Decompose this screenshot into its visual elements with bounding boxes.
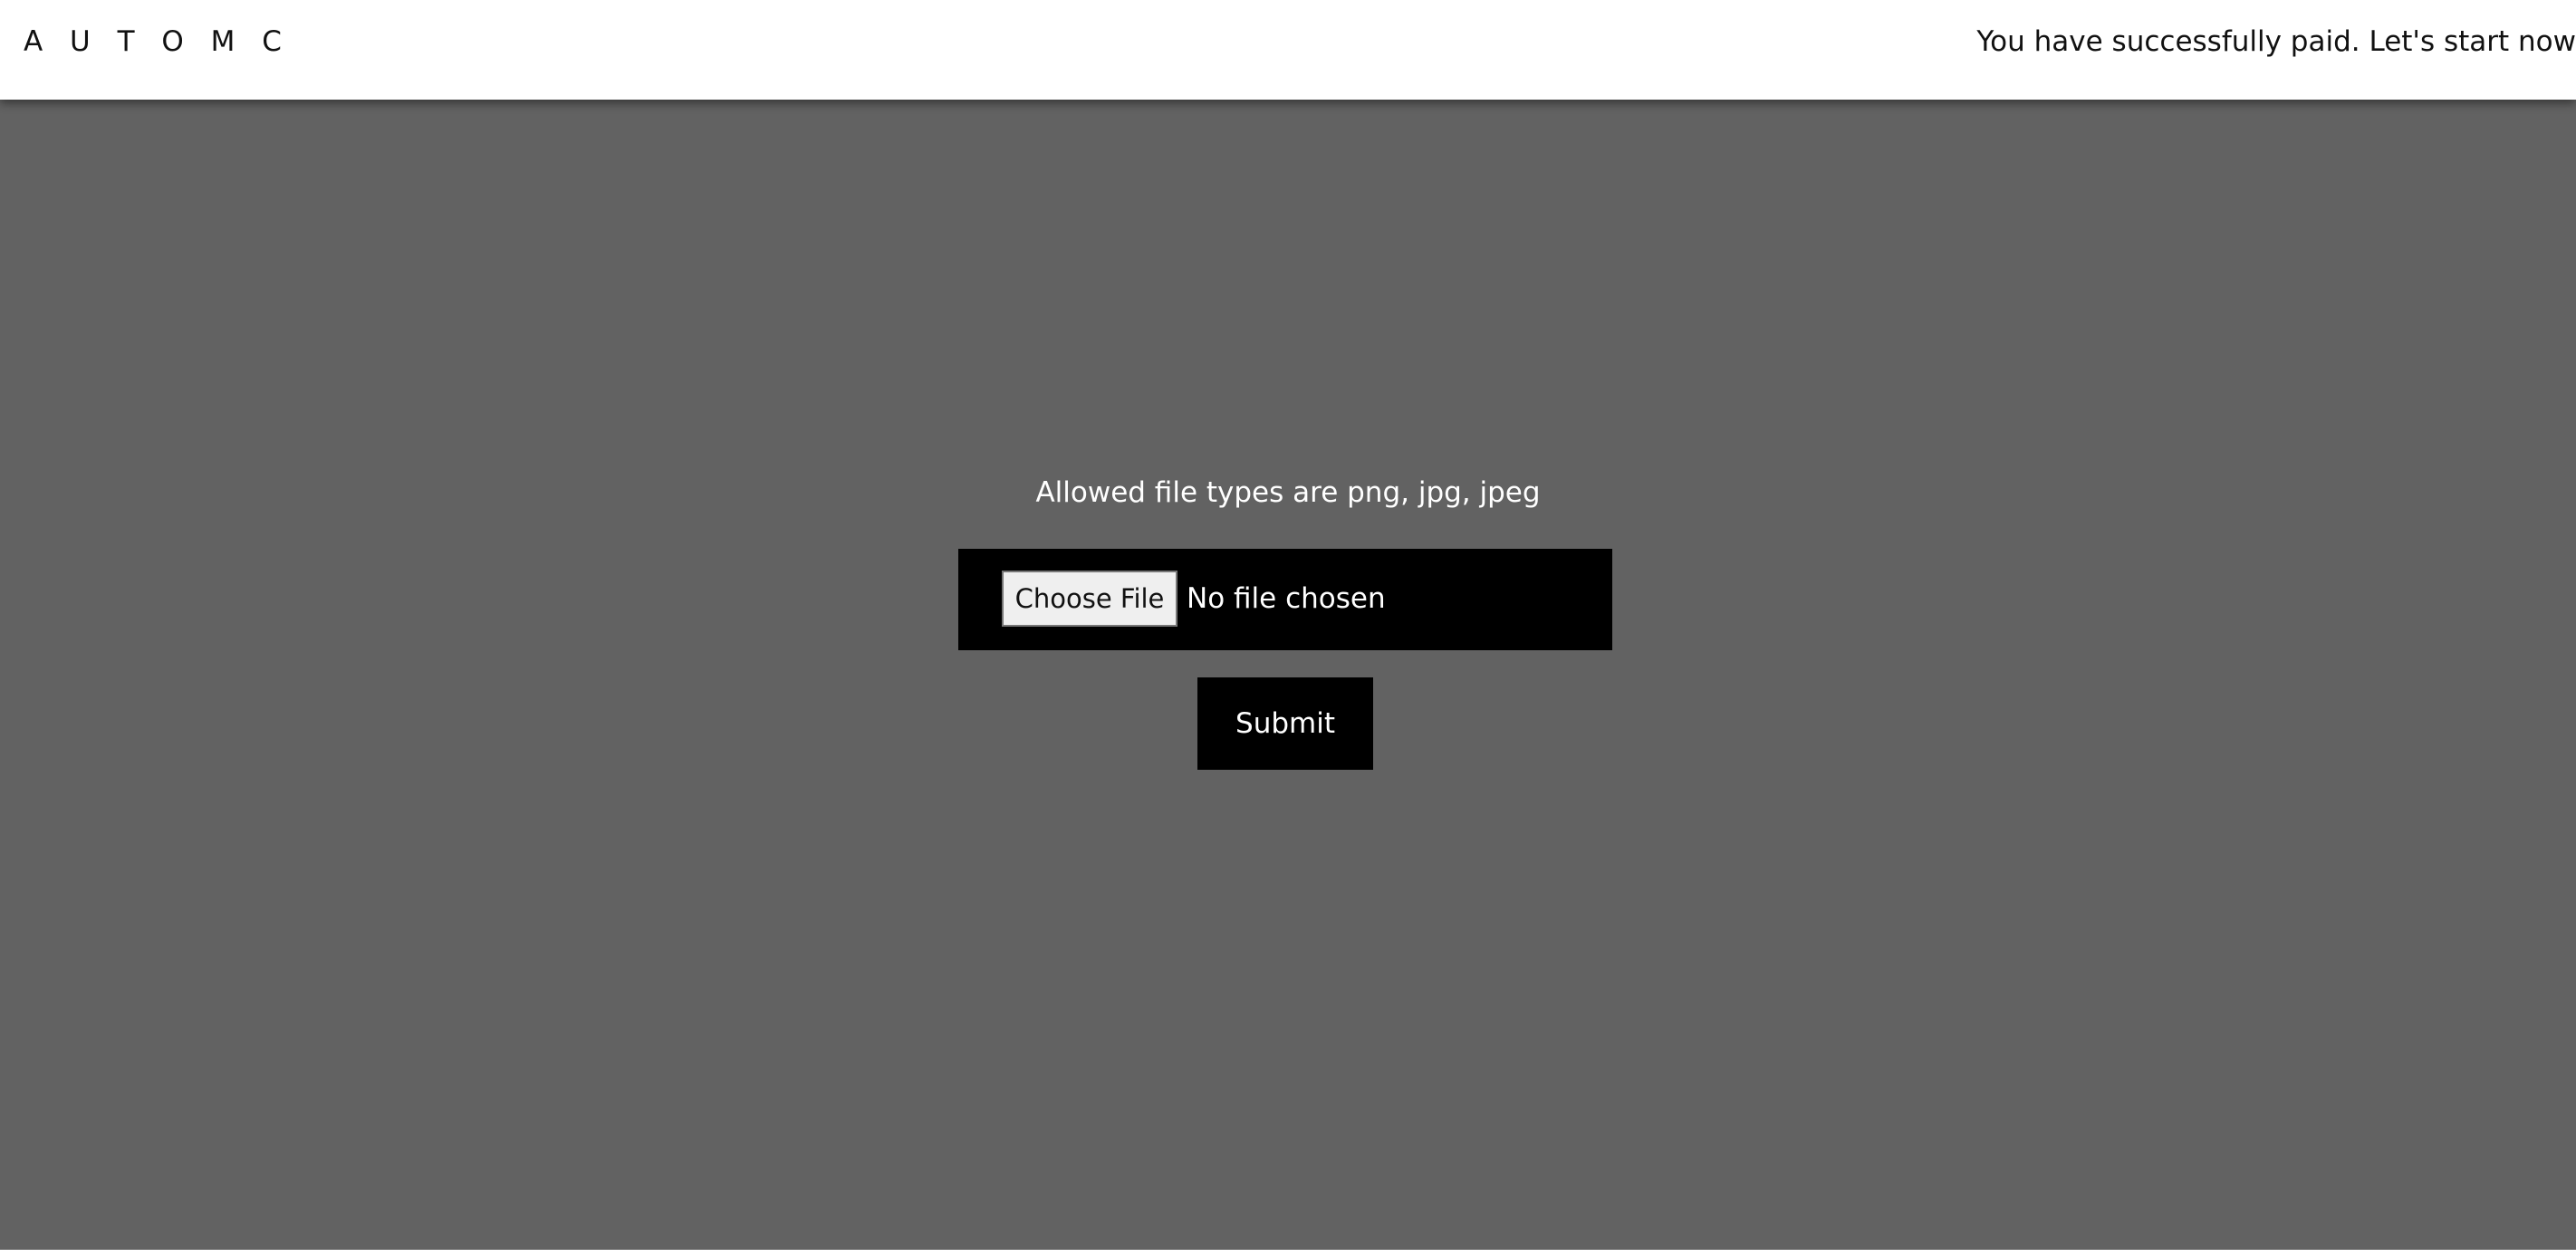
bottom-strip (0, 1250, 2576, 1257)
submit-button[interactable]: Submit (1197, 677, 1373, 770)
payment-success-message: You have successfully paid. Let's start … (1976, 25, 2576, 58)
file-input-panel: Choose File No file chosen (958, 549, 1612, 650)
top-header: A U T O M C You have successfully paid. … (0, 0, 2576, 100)
allowed-file-types-text: Allowed file types are png, jpg, jpeg (1035, 476, 1541, 509)
choose-file-button[interactable]: Choose File (1002, 571, 1177, 627)
brand-logo[interactable]: A U T O M C (24, 25, 291, 58)
upload-section: Allowed file types are png, jpg, jpeg Ch… (0, 100, 2576, 1250)
file-status-text: No file chosen (1187, 582, 1386, 615)
